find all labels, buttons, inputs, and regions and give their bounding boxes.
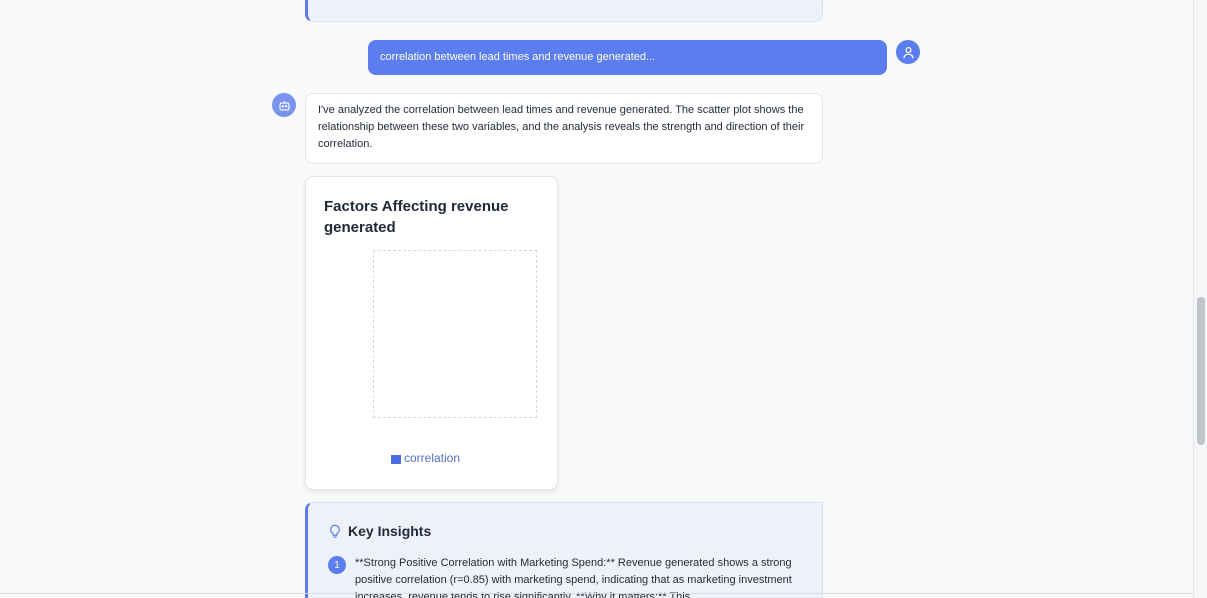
bot-message: I've analyzed the correlation between le… — [305, 93, 823, 164]
previous-insights-panel — [305, 0, 823, 22]
user-message-text: correlation between lead times and reven… — [380, 51, 656, 63]
user-icon — [902, 46, 914, 58]
scrollbar-thumb[interactable] — [1197, 297, 1205, 445]
divider — [0, 593, 1193, 594]
insights-header: Key Insights — [328, 523, 431, 539]
chart-legend[interactable]: correlation — [391, 451, 460, 465]
insight-text: **Strong Positive Correlation with Marke… — [355, 557, 792, 598]
scatter-plot-area — [373, 250, 537, 418]
lightbulb-icon — [330, 524, 340, 538]
user-avatar — [896, 40, 920, 64]
robot-icon — [278, 100, 290, 111]
insights-heading: Key Insights — [348, 523, 432, 539]
user-message: correlation between lead times and reven… — [368, 40, 887, 75]
chart-title: Factors Affecting revenue generated — [324, 198, 509, 236]
chart-card: Factors Affecting revenue generated corr… — [305, 176, 558, 490]
scrollbar[interactable] — [1193, 0, 1207, 598]
bot-message-text: I've analyzed the correlation between le… — [318, 104, 805, 150]
bot-avatar — [272, 93, 296, 117]
legend-label: correlation — [404, 451, 461, 465]
scatter-plot — [374, 251, 538, 419]
insight-item: 1 **Strong Positive Correlation with Mar… — [328, 555, 808, 598]
key-insights-panel: Key Insights 1 **Strong Positive Correla… — [305, 502, 823, 598]
insight-number: 1 — [328, 556, 346, 574]
legend-swatch — [391, 454, 401, 464]
